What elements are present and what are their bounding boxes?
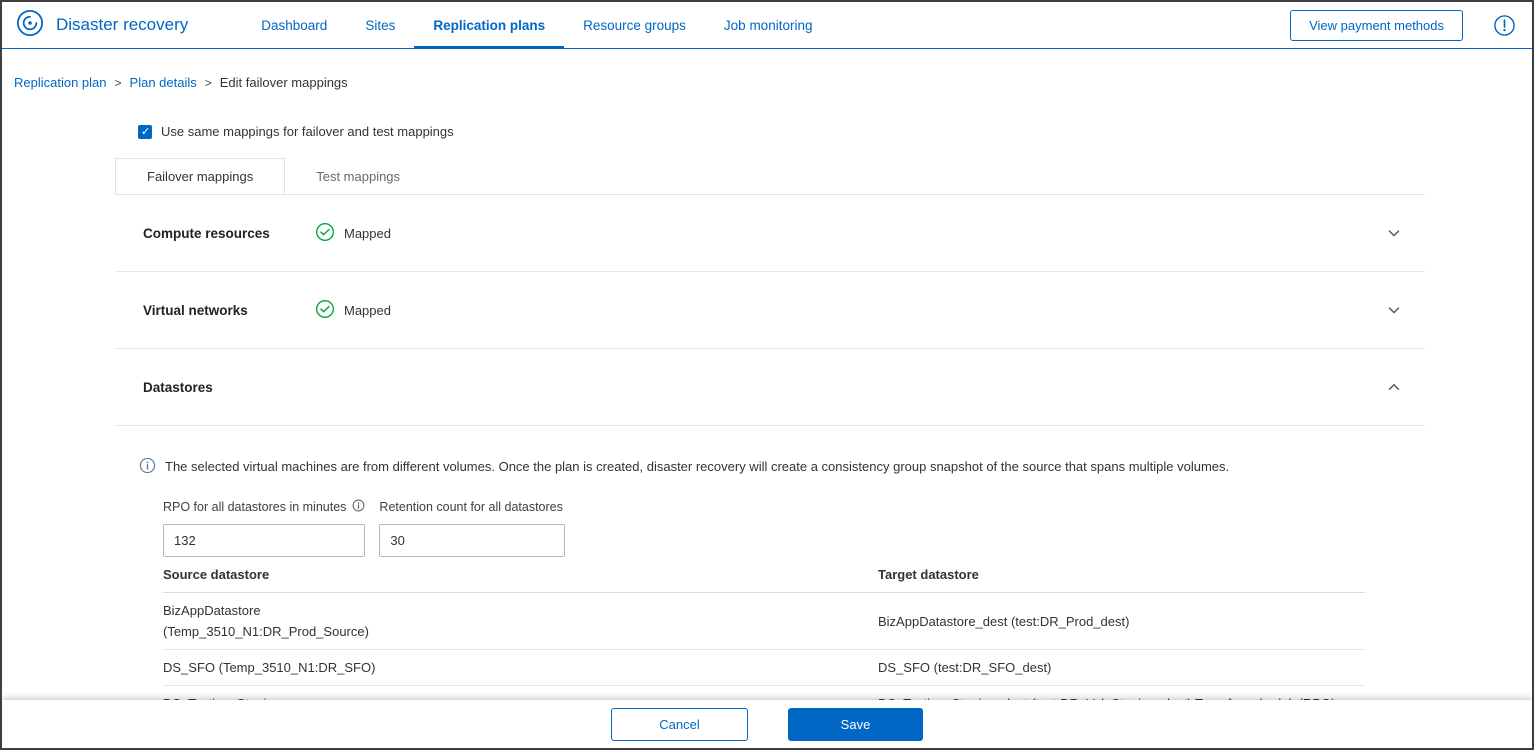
top-bar: Disaster recovery Dashboard Sites Replic… <box>2 2 1532 49</box>
same-mappings-label: Use same mappings for failover and test … <box>161 124 454 139</box>
help-icon[interactable] <box>1493 14 1516 37</box>
info-icon <box>139 457 156 478</box>
tab-test-mappings[interactable]: Test mappings <box>285 158 431 194</box>
view-payment-methods-button[interactable]: View payment methods <box>1290 9 1463 41</box>
target-datastore-cell: BizAppDatastore_dest (test:DR_Prod_dest) <box>878 613 1130 629</box>
same-mappings-checkbox[interactable] <box>138 124 152 139</box>
retention-field: Retention count for all datastores <box>379 498 566 557</box>
disaster-recovery-page: Disaster recovery Dashboard Sites Replic… <box>0 0 1534 750</box>
source-datastore-cell: BizAppDatastore (Temp_3510_N1:DR_Prod_So… <box>163 600 878 642</box>
section-compute-resources[interactable]: Compute resources Mapped <box>115 195 1425 272</box>
status-badge: Mapped <box>344 225 391 241</box>
check-circle-icon <box>315 222 335 245</box>
chevron-up-icon[interactable] <box>1385 378 1403 396</box>
breadcrumb-plan-details[interactable]: Plan details <box>130 75 197 90</box>
section-datastores[interactable]: Datastores <box>115 349 1425 426</box>
tab-failover-mappings[interactable]: Failover mappings <box>115 158 286 194</box>
section-title: Datastores <box>143 379 213 395</box>
compute-status: Mapped <box>315 222 391 245</box>
nav-resource-groups[interactable]: Resource groups <box>564 2 705 48</box>
datastores-content: The selected virtual machines are from d… <box>115 426 1425 743</box>
app-logo-icon <box>16 9 44 42</box>
nav-job-monitoring[interactable]: Job monitoring <box>705 2 832 48</box>
retention-field-label-row: Retention count for all datastores <box>379 498 565 516</box>
rpo-info-icon[interactable] <box>352 499 365 515</box>
retention-input[interactable] <box>379 524 566 557</box>
source-name: BizAppDatastore <box>163 603 261 618</box>
rpo-field-label-row: RPO for all datastores in minutes <box>163 498 365 516</box>
rpo-label: RPO for all datastores in minutes <box>163 500 347 514</box>
mapping-tabs: Failover mappings Test mappings <box>115 158 1532 194</box>
networks-status: Mapped <box>315 299 391 322</box>
breadcrumb-current-page: Edit failover mappings <box>219 75 348 90</box>
table-row: DS_SFO (Temp_3510_N1:DR_SFO) DS_SFO (tes… <box>163 650 1365 686</box>
source-name: DS_SFO (Temp_3510_N1:DR_SFO) <box>163 660 376 675</box>
section-title: Virtual networks <box>143 302 248 318</box>
breadcrumb-separator: > <box>114 75 122 90</box>
nav-dashboard[interactable]: Dashboard <box>242 2 346 48</box>
app-logo[interactable] <box>16 2 44 48</box>
rpo-field: RPO for all datastores in minutes <box>163 498 365 557</box>
target-datastore-header: Target datastore <box>878 567 979 582</box>
nav-sites[interactable]: Sites <box>346 2 414 48</box>
chevron-down-icon[interactable] <box>1385 301 1403 319</box>
breadcrumb: Replication plan > Plan details > Edit f… <box>2 49 1532 90</box>
mappings-panel: Compute resources Mapped Virtual network… <box>115 194 1425 743</box>
source-volume: (Temp_3510_N1:DR_Prod_Source) <box>163 624 369 639</box>
same-mappings-option: Use same mappings for failover and test … <box>138 124 1532 139</box>
rpo-input[interactable] <box>163 524 365 557</box>
app-title: Disaster recovery <box>56 15 189 34</box>
status-badge: Mapped <box>344 302 391 318</box>
cancel-button[interactable]: Cancel <box>611 707 748 741</box>
main-nav: Dashboard Sites Replication plans Resour… <box>242 2 832 49</box>
source-datastore-header: Source datastore <box>163 567 270 582</box>
chevron-down-icon[interactable] <box>1385 224 1403 242</box>
breadcrumb-separator: > <box>204 75 212 90</box>
save-button[interactable]: Save <box>788 707 923 741</box>
check-circle-icon <box>315 299 335 322</box>
retention-label: Retention count for all datastores <box>379 500 563 514</box>
action-footer: Cancel Save <box>2 700 1532 748</box>
source-datastore-cell: DS_SFO (Temp_3510_N1:DR_SFO) <box>163 657 878 678</box>
target-datastore-cell: DS_SFO (test:DR_SFO_dest) <box>878 660 1052 675</box>
table-header-row: Source datastore Target datastore <box>163 567 1365 593</box>
header-actions: View payment methods <box>1290 2 1516 48</box>
table-row: BizAppDatastore (Temp_3510_N1:DR_Prod_So… <box>163 593 1365 650</box>
datastore-fields: RPO for all datastores in minutes 132 Re… <box>163 498 1365 557</box>
nav-replication-plans[interactable]: Replication plans <box>414 2 564 49</box>
breadcrumb-replication-plan[interactable]: Replication plan <box>14 75 107 90</box>
section-virtual-networks[interactable]: Virtual networks Mapped <box>115 272 1425 349</box>
volumes-notice: The selected virtual machines are from d… <box>139 457 1365 478</box>
section-title: Compute resources <box>143 225 270 241</box>
volumes-notice-text: The selected virtual machines are from d… <box>165 459 1230 474</box>
